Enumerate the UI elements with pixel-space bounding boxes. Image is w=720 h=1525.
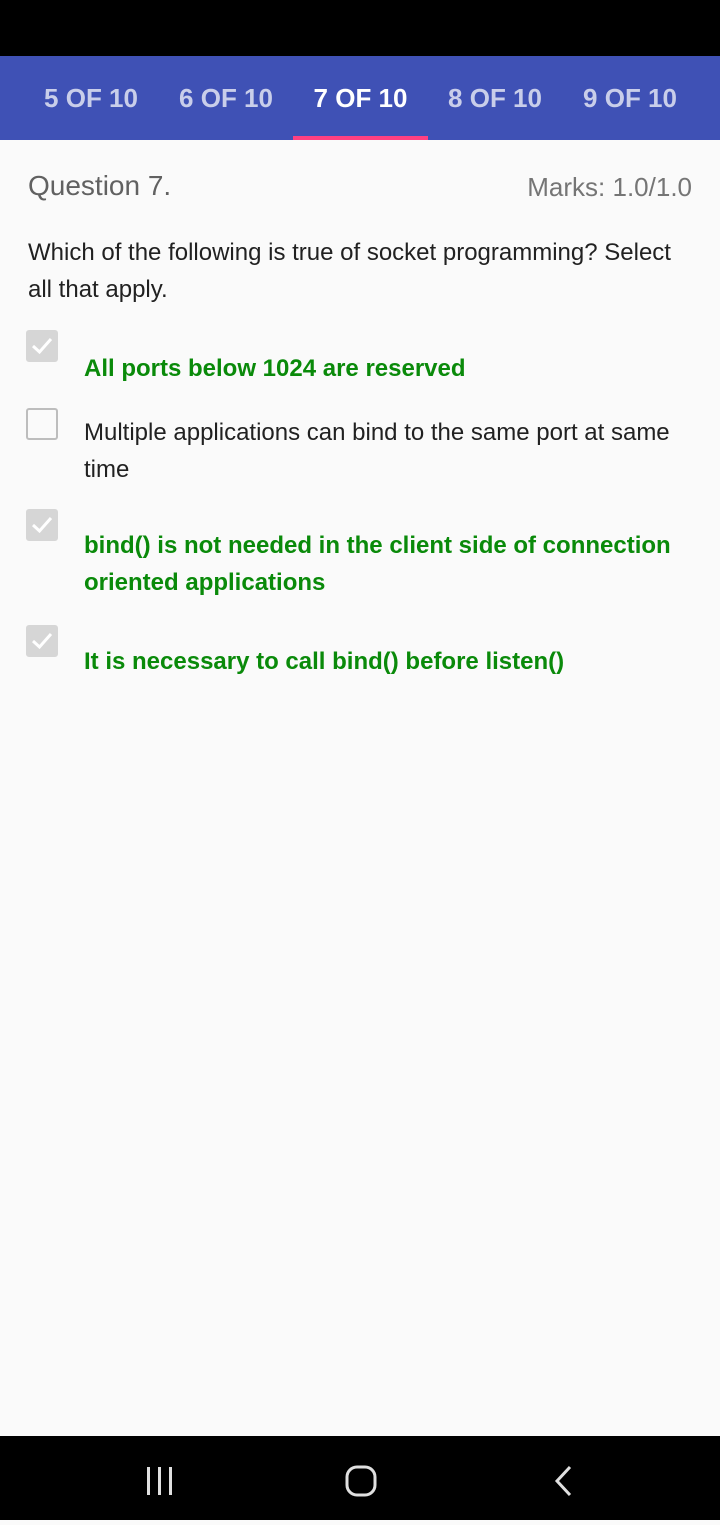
back-icon [554, 1465, 572, 1497]
tab-question-5[interactable]: 5 OF 10 [24, 56, 158, 140]
tab-label: 6 OF 10 [179, 83, 273, 113]
system-navigation-bar [0, 1436, 720, 1520]
check-icon [31, 633, 53, 650]
tab-question-7[interactable]: 7 OF 10 [293, 56, 428, 140]
check-icon [31, 338, 53, 355]
question-header: Question 7. Marks: 1.0/1.0 [0, 140, 720, 240]
question-tab-bar: 0 5 OF 10 6 OF 10 7 OF 10 8 OF 10 9 OF 1… [0, 56, 720, 140]
checkbox[interactable] [26, 408, 58, 440]
option-label: bind() is not needed in the client side … [84, 532, 671, 596]
question-text: Which of the following is true of socket… [28, 239, 671, 303]
recent-apps-button[interactable] [110, 1436, 210, 1520]
tab-label: 5 OF 10 [44, 83, 138, 113]
tab-question-6[interactable]: 6 OF 10 [159, 56, 293, 140]
question-title: Question 7. [28, 170, 172, 201]
question-marks: Marks: 1.0/1.0 [527, 172, 692, 202]
option-label: It is necessary to call bind() before li… [84, 648, 565, 675]
status-bar [0, 0, 720, 56]
recent-apps-icon [147, 1467, 172, 1495]
tab-label: 9 OF 10 [583, 83, 677, 113]
back-button[interactable] [512, 1436, 612, 1520]
check-icon [31, 517, 53, 534]
tab-question-8[interactable]: 8 OF 10 [428, 56, 562, 140]
checkbox[interactable] [26, 330, 58, 362]
home-button[interactable] [310, 1436, 410, 1520]
tab-partial[interactable]: 0 [0, 56, 10, 140]
tab-label: 8 OF 10 [448, 83, 542, 113]
tab-question-9[interactable]: 9 OF 10 [563, 56, 697, 140]
tab-label: 7 OF 10 [313, 83, 408, 113]
checkbox[interactable] [26, 509, 58, 541]
option-label: Multiple applications can bind to the sa… [84, 419, 670, 483]
home-icon [345, 1465, 377, 1497]
option-label: All ports below 1024 are reserved [84, 355, 466, 382]
checkbox[interactable] [26, 625, 58, 657]
